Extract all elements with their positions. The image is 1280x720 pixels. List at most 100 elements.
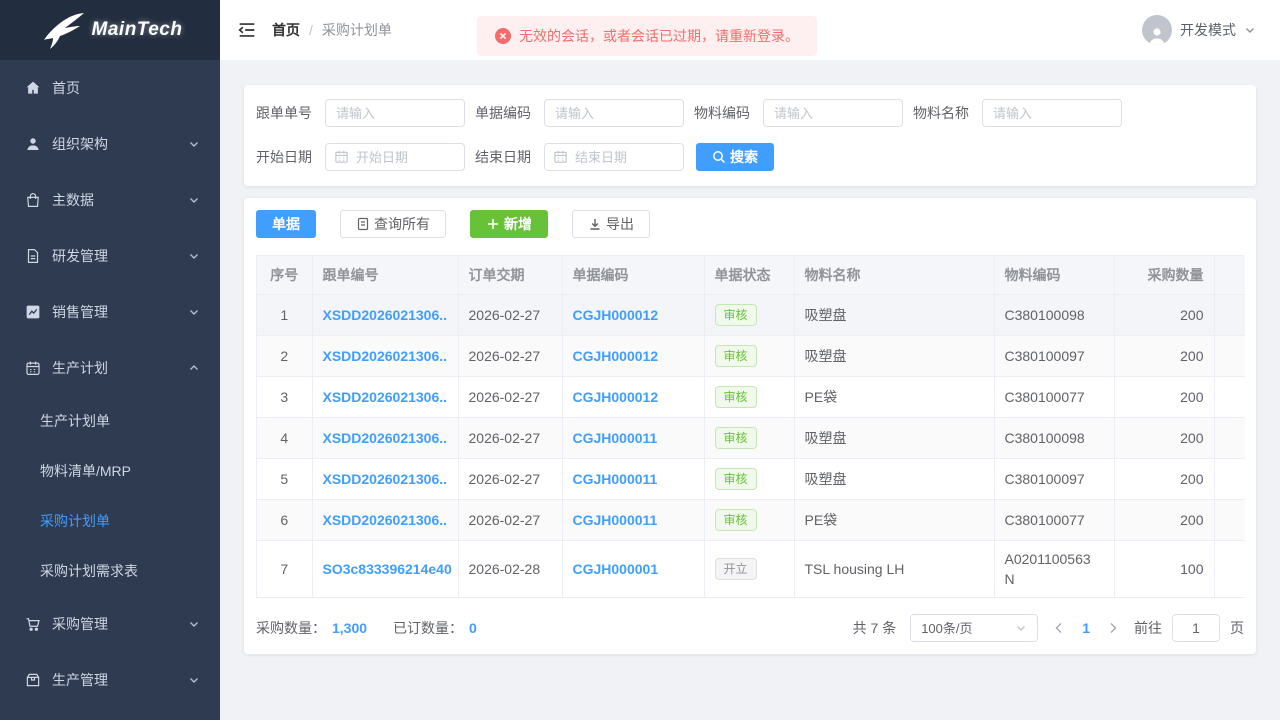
doc-no-input[interactable] bbox=[544, 99, 684, 127]
doc-no-link[interactable]: CGJH000012 bbox=[573, 348, 659, 364]
status-badge: 审核 bbox=[715, 386, 757, 408]
cell-seq: 4 bbox=[257, 417, 312, 458]
status-badge: 审核 bbox=[715, 509, 757, 531]
cell-material: PE袋 bbox=[794, 376, 994, 417]
ordered-qty-value: 0 bbox=[469, 620, 477, 636]
col-header-status: 单据状态 bbox=[704, 256, 794, 294]
chevron-down-icon bbox=[1244, 24, 1256, 36]
doc-no-link[interactable]: CGJH000011 bbox=[573, 512, 658, 528]
query-all-button[interactable]: 查询所有 bbox=[340, 210, 446, 238]
table-row[interactable]: 4 XSDD2026021306.. 2026-02-27 CGJH000011… bbox=[257, 417, 1245, 458]
field-label: 结束日期 bbox=[475, 147, 531, 167]
order-no-input[interactable] bbox=[325, 99, 465, 127]
sidebar-item-master-data[interactable]: 主数据 bbox=[0, 172, 220, 228]
content: 跟单单号 单据编码 物料编码 物料名称 开始日期 结束日期 bbox=[220, 60, 1280, 720]
submenu-label: 采购计划单 bbox=[40, 511, 110, 531]
package-icon bbox=[24, 671, 42, 689]
cell-seq: 2 bbox=[257, 335, 312, 376]
page-number[interactable]: 1 bbox=[1080, 620, 1092, 636]
sidebar-fold-icon[interactable] bbox=[236, 19, 258, 41]
sidebar-item-bom-mrp[interactable]: 物料清单/MRP bbox=[0, 446, 220, 496]
add-button-label: 新增 bbox=[504, 214, 532, 234]
table-footer: 采购数量： 1,300 已订数量： 0 共 7 条 100条/页 1 bbox=[256, 614, 1244, 642]
sidebar-item-home[interactable]: 首页 bbox=[0, 60, 220, 116]
submenu-label: 生产计划单 bbox=[40, 411, 110, 431]
sidebar-item-label: 销售管理 bbox=[52, 302, 188, 322]
chevron-down-icon bbox=[188, 250, 200, 262]
data-table-wrap: 序号 跟单编号 订单交期 单据编码 单据状态 物料名称 物料编码 采购数量 bbox=[256, 255, 1244, 598]
order-no-link[interactable]: XSDD2026021306.. bbox=[323, 307, 448, 323]
logo: MainTech bbox=[0, 0, 220, 60]
order-no-link[interactable]: XSDD2026021306.. bbox=[323, 430, 448, 446]
cell-due-date: 2026-02-27 bbox=[458, 376, 562, 417]
data-table: 序号 跟单编号 订单交期 单据编码 单据状态 物料名称 物料编码 采购数量 bbox=[257, 256, 1245, 598]
sidebar-item-label: 研发管理 bbox=[52, 246, 188, 266]
search-button[interactable]: 搜索 bbox=[696, 143, 774, 171]
table-row[interactable]: 3 XSDD2026021306.. 2026-02-27 CGJH000012… bbox=[257, 376, 1245, 417]
breadcrumb: 首页 / 采购计划单 bbox=[272, 20, 392, 40]
col-header-material-code: 物料编码 bbox=[994, 256, 1114, 294]
sidebar-item-production-plan-order[interactable]: 生产计划单 bbox=[0, 396, 220, 446]
cell-extra bbox=[1214, 499, 1245, 540]
doc-no-link[interactable]: CGJH000012 bbox=[573, 307, 659, 323]
sidebar-item-purchase-plan-demand[interactable]: 采购计划需求表 bbox=[0, 546, 220, 596]
sidebar-item-rnd[interactable]: 研发管理 bbox=[0, 228, 220, 284]
doc-no-link[interactable]: CGJH000011 bbox=[573, 471, 658, 487]
table-row[interactable]: 6 XSDD2026021306.. 2026-02-27 CGJH000011… bbox=[257, 499, 1245, 540]
sidebar-item-org[interactable]: 组织架构 bbox=[0, 116, 220, 172]
doc-button-label: 单据 bbox=[272, 214, 300, 234]
sidebar-item-manufacturing[interactable]: 生产管理 bbox=[0, 652, 220, 708]
ordered-qty-summary: 已订数量： 0 bbox=[393, 618, 477, 638]
order-no-link[interactable]: XSDD2026021306.. bbox=[323, 471, 448, 487]
sidebar-item-purchase-plan-order[interactable]: 采购计划单 bbox=[0, 496, 220, 546]
submenu-label: 物料清单/MRP bbox=[40, 461, 131, 481]
search-icon bbox=[712, 150, 726, 164]
doc-no-link[interactable]: CGJH000012 bbox=[573, 389, 659, 405]
order-no-link[interactable]: XSDD2026021306.. bbox=[323, 348, 448, 364]
goto-page-input[interactable] bbox=[1172, 614, 1220, 642]
next-page-icon[interactable] bbox=[1106, 621, 1120, 635]
field-label: 物料编码 bbox=[694, 103, 750, 123]
status-badge: 开立 bbox=[715, 558, 757, 580]
breadcrumb-home[interactable]: 首页 bbox=[272, 20, 300, 40]
add-button[interactable]: 新增 bbox=[470, 210, 548, 238]
table-row[interactable]: 1 XSDD2026021306.. 2026-02-27 CGJH000012… bbox=[257, 294, 1245, 335]
order-no-link[interactable]: XSDD2026021306.. bbox=[323, 512, 448, 528]
sidebar: MainTech 首页 组织架构 主数据 研发管理 销售管理 生产 bbox=[0, 0, 220, 720]
page-size-select[interactable]: 100条/页 bbox=[910, 614, 1038, 642]
error-toast-message: 无效的会话，或者会话已过期，请重新登录。 bbox=[519, 26, 799, 46]
cell-material-code: C380100077 bbox=[994, 499, 1114, 540]
goto-page-suffix: 页 bbox=[1230, 618, 1244, 638]
field-label: 物料名称 bbox=[913, 103, 969, 123]
sidebar-item-purchasing[interactable]: 采购管理 bbox=[0, 596, 220, 652]
sidebar-item-label: 主数据 bbox=[52, 190, 188, 210]
sidebar-item-sales[interactable]: 销售管理 bbox=[0, 284, 220, 340]
cell-qty: 200 bbox=[1114, 458, 1214, 499]
goto-page: 前往 页 bbox=[1134, 614, 1244, 642]
cell-material: TSL housing LH bbox=[794, 540, 994, 597]
doc-button[interactable]: 单据 bbox=[256, 210, 316, 238]
material-name-input[interactable] bbox=[982, 99, 1122, 127]
user-icon bbox=[24, 135, 42, 153]
doc-no-link[interactable]: CGJH000011 bbox=[573, 430, 658, 446]
table-row[interactable]: 5 XSDD2026021306.. 2026-02-27 CGJH000011… bbox=[257, 458, 1245, 499]
material-code-input[interactable] bbox=[763, 99, 903, 127]
cell-material: PE袋 bbox=[794, 499, 994, 540]
table-panel: 单据 查询所有 新增 导出 bbox=[244, 198, 1256, 654]
order-no-link[interactable]: SO3c833396214e40 bbox=[323, 561, 452, 577]
cell-due-date: 2026-02-28 bbox=[458, 540, 562, 597]
cell-extra bbox=[1214, 540, 1245, 597]
export-button[interactable]: 导出 bbox=[572, 210, 650, 238]
sidebar-item-production-plan[interactable]: 生产计划 bbox=[0, 340, 220, 396]
order-no-link[interactable]: XSDD2026021306.. bbox=[323, 389, 448, 405]
table-row[interactable]: 7 SO3c833396214e40 2026-02-28 CGJH000001… bbox=[257, 540, 1245, 597]
doc-no-link[interactable]: CGJH000001 bbox=[573, 561, 659, 577]
prev-page-icon[interactable] bbox=[1052, 621, 1066, 635]
table-row[interactable]: 2 XSDD2026021306.. 2026-02-27 CGJH000012… bbox=[257, 335, 1245, 376]
user-menu[interactable]: 开发模式 bbox=[1142, 15, 1256, 45]
cell-due-date: 2026-02-27 bbox=[458, 499, 562, 540]
main-area: 首页 / 采购计划单 无效的会话，或者会话已过期，请重新登录。 开发模式 跟单单… bbox=[220, 0, 1280, 720]
cell-seq: 6 bbox=[257, 499, 312, 540]
pagination-total: 共 7 条 bbox=[853, 618, 897, 638]
start-date-wrap bbox=[325, 143, 465, 171]
